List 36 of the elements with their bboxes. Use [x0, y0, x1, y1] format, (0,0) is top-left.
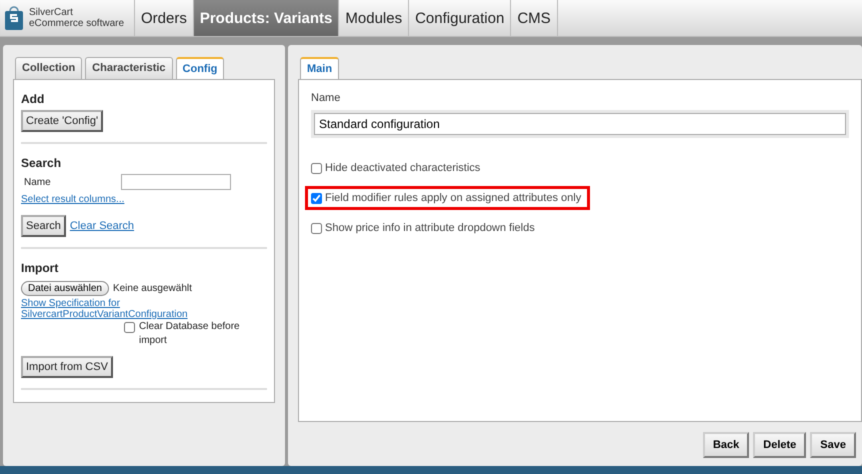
nav-tab[interactable]: Modules: [339, 0, 410, 36]
nav-tab[interactable]: Configuration: [409, 0, 512, 36]
tab[interactable]: Collection: [15, 57, 82, 80]
checkbox[interactable]: [124, 322, 135, 333]
checkbox-label: Field modifier rules apply on assigned attributes only: [325, 192, 582, 204]
name-field[interactable]: Standard configuration: [314, 113, 846, 135]
action-button[interactable]: Save: [810, 432, 856, 458]
choose-file-button[interactable]: Datei auswählen: [21, 281, 109, 296]
checkbox-label: Hide deactivated characteristics: [325, 162, 480, 174]
checkbox[interactable]: [311, 192, 322, 204]
checkbox-label: Clear Database before import: [139, 320, 241, 348]
field-label: Name: [311, 92, 342, 104]
section-heading: Search: [21, 156, 62, 170]
bag-logo-icon: [4, 5, 24, 31]
tab[interactable]: Config: [176, 57, 224, 80]
specification-link[interactable]: Show Specification for SilvercartProductVariantConfiguration: [21, 298, 201, 320]
section-heading: Import: [21, 261, 58, 275]
nav-tab[interactable]: CMS: [511, 0, 558, 36]
nav-tab[interactable]: Products: Variants: [194, 0, 340, 36]
action-button[interactable]: Delete: [753, 432, 806, 458]
import-button[interactable]: Import from CSV: [21, 356, 113, 378]
checkbox-label: Show price info in attribute dropdown fields: [325, 222, 535, 234]
name-search-field[interactable]: [120, 174, 231, 190]
clear-search-link[interactable]: Clear Search: [70, 220, 134, 232]
tab[interactable]: Characteristic: [85, 57, 173, 80]
checkbox[interactable]: [311, 222, 322, 234]
checkbox[interactable]: [311, 162, 322, 174]
section-heading: Add: [21, 92, 44, 106]
logo-text: SilverCart eCommerce software: [29, 7, 124, 29]
search-button[interactable]: Search: [21, 215, 66, 237]
field-label: Name: [24, 176, 51, 188]
file-status: Keine ausgewählt: [112, 283, 192, 294]
create-button[interactable]: Create 'Config': [21, 110, 104, 132]
tab[interactable]: Main: [300, 57, 340, 80]
select-columns-link[interactable]: Select result columns...: [21, 194, 124, 205]
action-button[interactable]: Back: [702, 432, 750, 458]
